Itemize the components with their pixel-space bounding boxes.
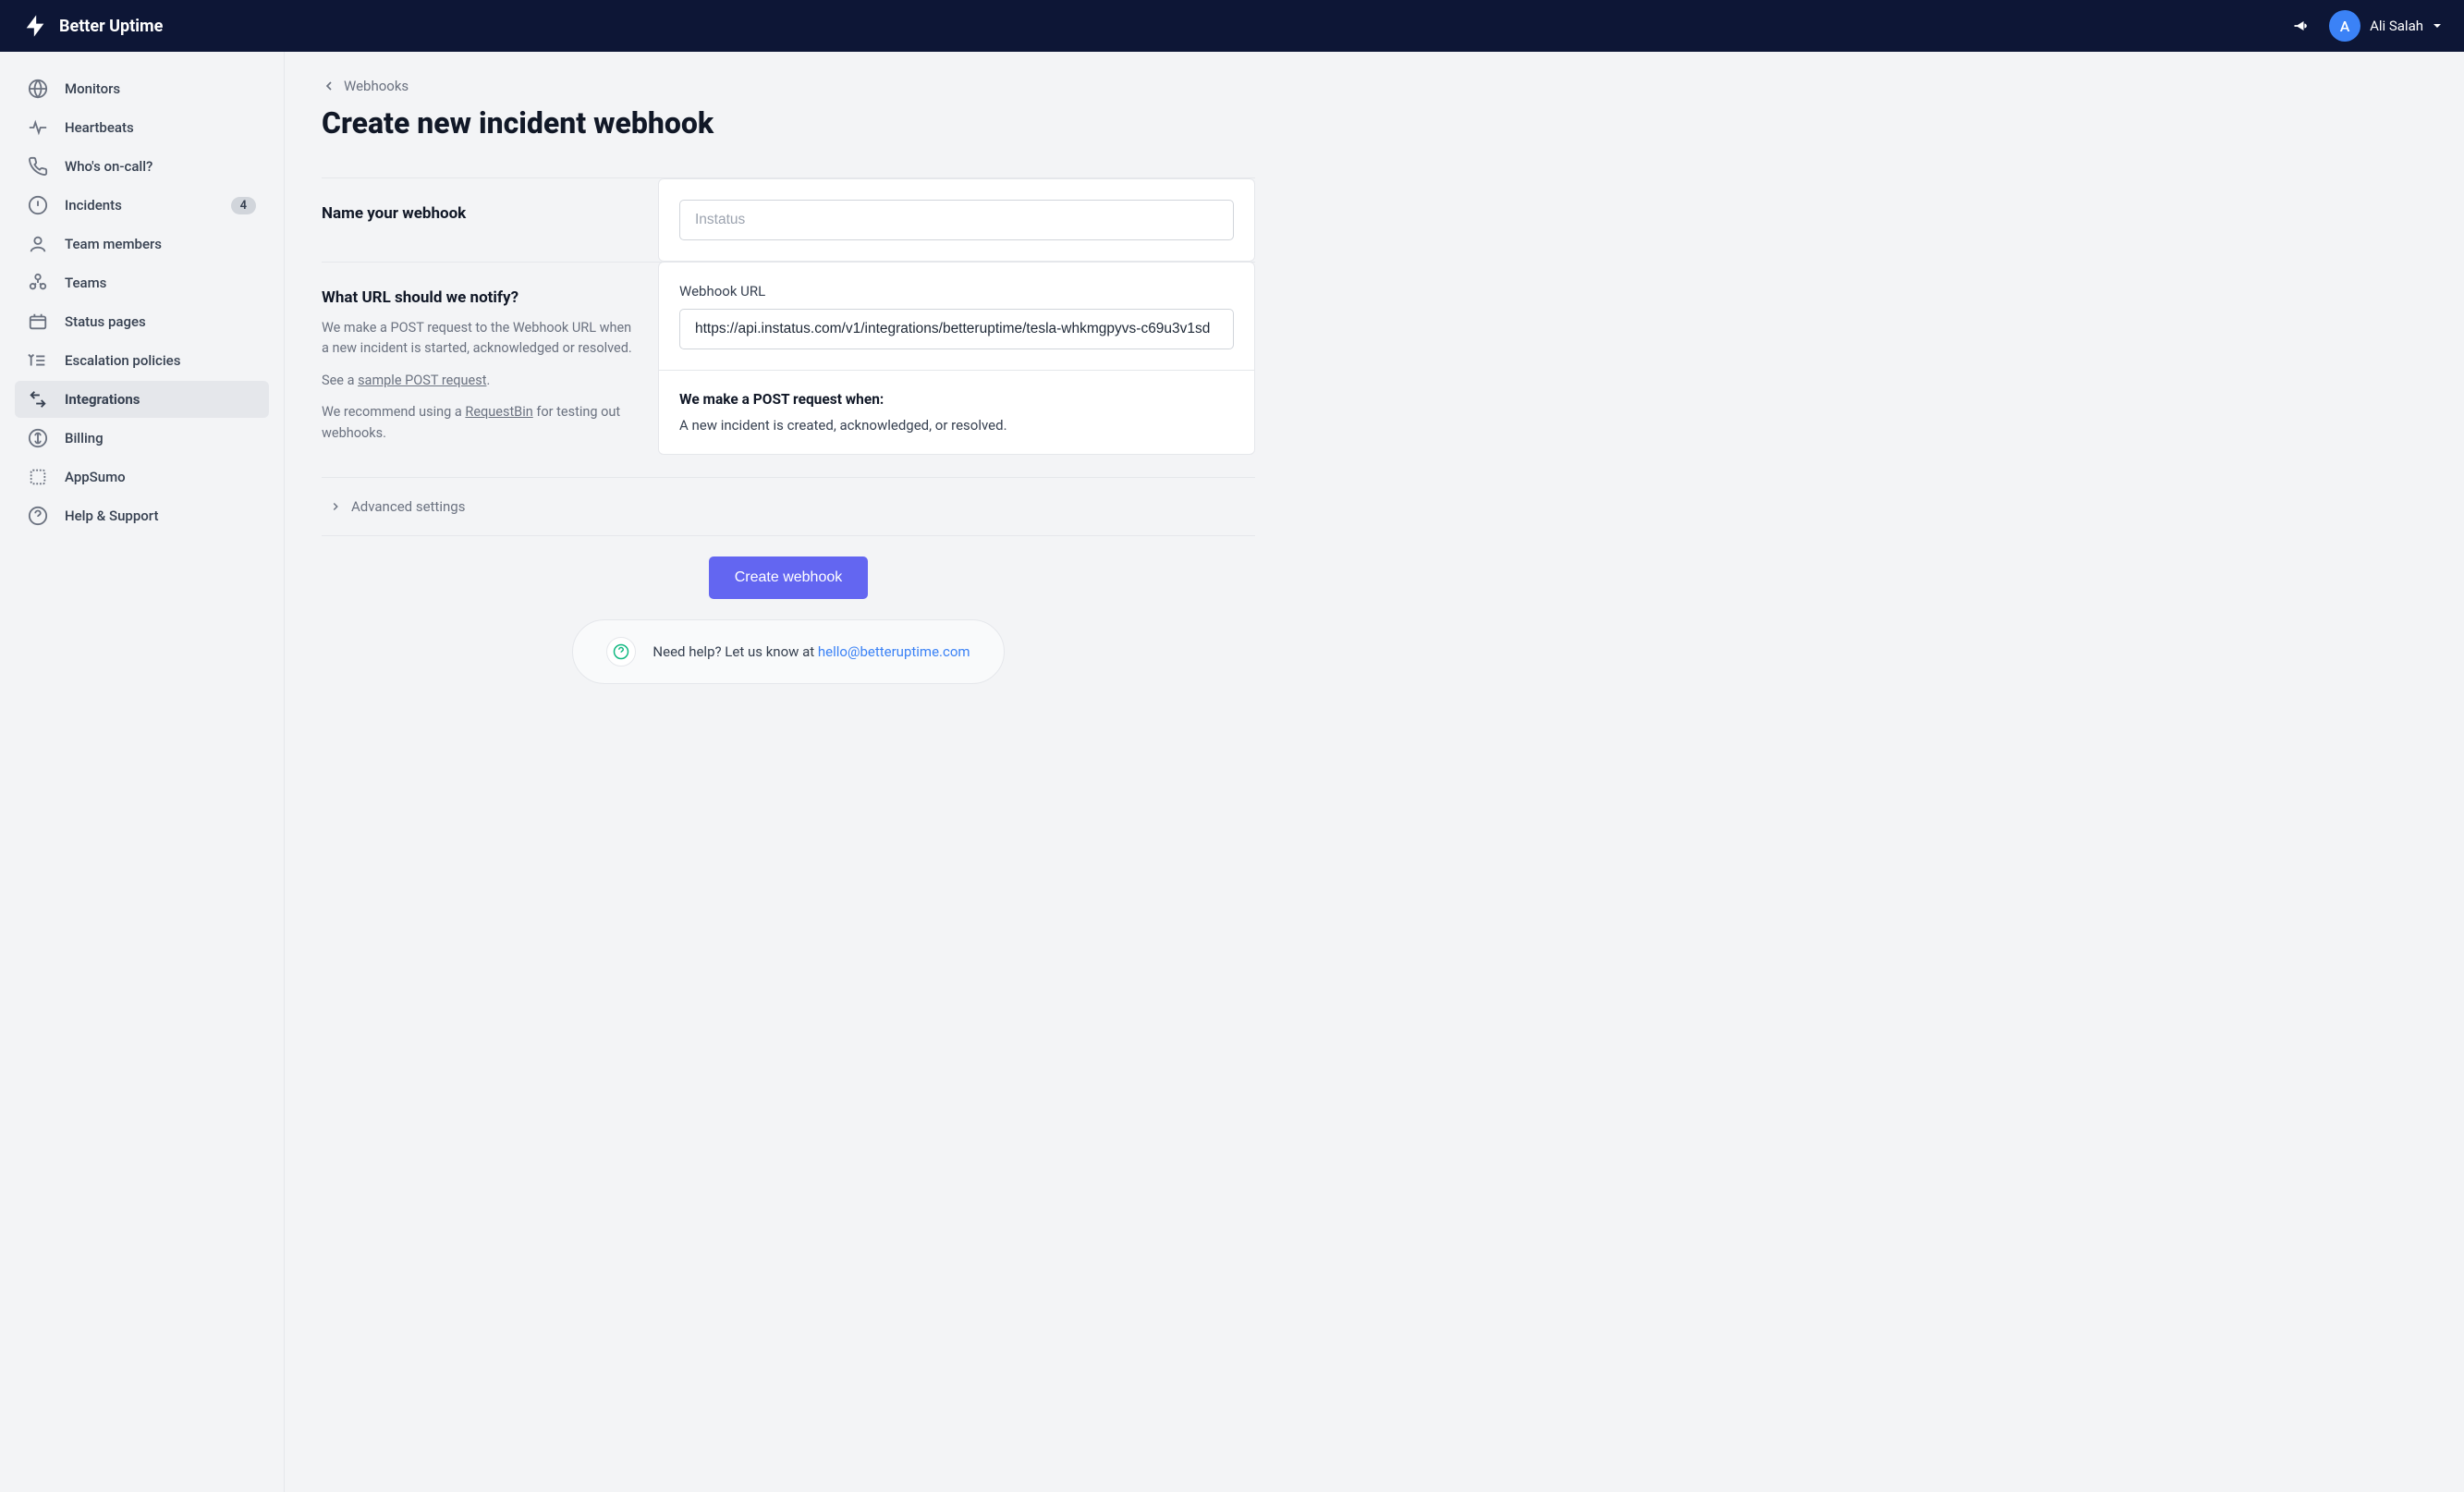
form-row-name: Name your webhook	[322, 177, 1255, 262]
logo-icon	[22, 13, 48, 39]
teams-icon	[28, 273, 48, 293]
post-desc: A new incident is created, acknowledged,…	[679, 417, 1234, 434]
sidebar-item-label: AppSumo	[65, 469, 256, 485]
help-text: Need help? Let us know at hello@betterup…	[653, 643, 970, 660]
card-divider	[659, 370, 1254, 371]
form-right-name	[658, 178, 1255, 262]
url-desc-3: We recommend using a RequestBin for test…	[322, 402, 636, 444]
status-page-icon	[28, 312, 48, 332]
advanced-settings-toggle[interactable]: Advanced settings	[322, 477, 1255, 536]
chevron-right-icon	[329, 500, 342, 513]
chevron-left-icon	[322, 79, 336, 93]
user-menu[interactable]: A Ali Salah	[2329, 10, 2442, 42]
alert-icon	[28, 195, 48, 215]
webhook-url-label: Webhook URL	[679, 283, 1234, 300]
avatar-letter: A	[2340, 18, 2350, 35]
breadcrumb-label: Webhooks	[344, 78, 409, 94]
sidebar-item-monitors[interactable]: Monitors	[15, 70, 269, 107]
form-left-name: Name your webhook	[322, 178, 636, 262]
billing-icon	[28, 428, 48, 448]
sidebar-item-team-members[interactable]: Team members	[15, 226, 269, 263]
sidebar-item-help[interactable]: Help & Support	[15, 497, 269, 534]
section-heading-name: Name your webhook	[322, 204, 636, 223]
user-icon	[28, 234, 48, 254]
help-box: Need help? Let us know at hello@betterup…	[572, 619, 1004, 684]
user-name: Ali Salah	[2370, 18, 2423, 34]
main-container: Monitors Heartbeats Who's on-call? Incid…	[0, 52, 2464, 1492]
requestbin-link[interactable]: RequestBin	[465, 404, 532, 420]
content: Webhooks Create new incident webhook Nam…	[285, 52, 1292, 1492]
help-email-link[interactable]: hello@betteruptime.com	[818, 643, 970, 660]
app-header: Better Uptime A Ali Salah	[0, 0, 2464, 52]
form-left-url: What URL should we notify? We make a POS…	[322, 263, 636, 455]
post-heading: We make a POST request when:	[679, 391, 1234, 408]
sidebar-item-billing[interactable]: Billing	[15, 420, 269, 457]
sidebar-item-escalation[interactable]: Escalation policies	[15, 342, 269, 379]
incidents-badge: 4	[231, 197, 256, 214]
sidebar-item-label: Incidents	[65, 197, 214, 214]
sidebar-item-label: Monitors	[65, 80, 256, 97]
sidebar-item-label: Teams	[65, 275, 256, 291]
sidebar-item-integrations[interactable]: Integrations	[15, 381, 269, 418]
sidebar-item-label: Heartbeats	[65, 119, 256, 136]
sidebar: Monitors Heartbeats Who's on-call? Incid…	[0, 52, 285, 1492]
form-right-url: Webhook URL We make a POST request when:…	[658, 262, 1255, 455]
sidebar-item-label: Escalation policies	[65, 352, 256, 369]
header-right: A Ali Salah	[2292, 10, 2442, 42]
page-title: Create new incident webhook	[322, 105, 1255, 141]
webhook-url-input[interactable]	[679, 309, 1234, 349]
caret-down-icon	[2433, 21, 2442, 31]
form-row-url: What URL should we notify? We make a POS…	[322, 262, 1255, 455]
sidebar-item-status-pages[interactable]: Status pages	[15, 303, 269, 340]
sidebar-item-incidents[interactable]: Incidents 4	[15, 187, 269, 224]
escalation-icon	[28, 350, 48, 371]
url-desc-2: See a sample POST request.	[322, 371, 636, 391]
sidebar-item-label: Team members	[65, 236, 256, 252]
heartbeat-icon	[28, 117, 48, 138]
sidebar-item-label: Help & Support	[65, 508, 256, 524]
globe-icon	[28, 79, 48, 99]
webhook-name-input[interactable]	[679, 200, 1234, 240]
advanced-label: Advanced settings	[351, 498, 465, 515]
help-icon-wrap	[606, 637, 636, 667]
sidebar-item-label: Billing	[65, 430, 256, 446]
sidebar-item-label: Who's on-call?	[65, 158, 256, 175]
submit-row: Create webhook	[322, 536, 1255, 599]
avatar: A	[2329, 10, 2360, 42]
header-left: Better Uptime	[22, 13, 163, 39]
appsumo-icon	[28, 467, 48, 487]
sidebar-item-label: Integrations	[65, 391, 256, 408]
breadcrumb[interactable]: Webhooks	[322, 78, 1255, 94]
url-desc-1: We make a POST request to the Webhook UR…	[322, 318, 636, 360]
sidebar-item-heartbeats[interactable]: Heartbeats	[15, 109, 269, 146]
create-webhook-button[interactable]: Create webhook	[709, 556, 869, 599]
integrations-icon	[28, 389, 48, 410]
phone-icon	[28, 156, 48, 177]
logo-text: Better Uptime	[59, 17, 163, 36]
sidebar-item-label: Status pages	[65, 313, 256, 330]
sample-post-link[interactable]: sample POST request	[358, 373, 486, 388]
section-heading-url: What URL should we notify?	[322, 288, 636, 307]
sidebar-item-oncall[interactable]: Who's on-call?	[15, 148, 269, 185]
help-icon	[28, 506, 48, 526]
sidebar-item-appsumo[interactable]: AppSumo	[15, 459, 269, 495]
question-icon	[613, 643, 629, 660]
sidebar-item-teams[interactable]: Teams	[15, 264, 269, 301]
megaphone-icon[interactable]	[2292, 17, 2311, 35]
